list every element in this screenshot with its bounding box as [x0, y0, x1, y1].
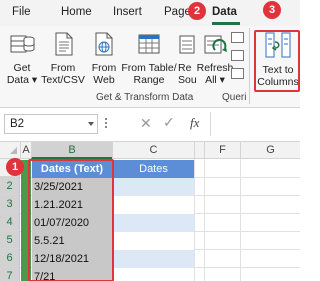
ribbon-group-divider — [249, 28, 250, 104]
cell-c4[interactable] — [113, 214, 194, 232]
from-text-label-1: From — [50, 62, 76, 74]
properties-icon[interactable] — [231, 50, 244, 61]
group-label-queries: Queri — [222, 92, 247, 103]
from-web-button[interactable]: From Web — [89, 30, 119, 86]
tab-data[interactable]: Data — [212, 6, 237, 18]
cell-c7[interactable] — [113, 268, 194, 281]
step-1-callout: 1 — [6, 158, 24, 176]
name-box[interactable]: B2 — [4, 114, 98, 134]
text-file-icon — [55, 32, 73, 56]
cell-c5[interactable] — [113, 232, 194, 250]
refresh-label-2: All ▾ — [205, 74, 225, 86]
edit-links-icon[interactable] — [231, 68, 244, 79]
column-gridline — [194, 159, 195, 281]
insert-function-icon[interactable]: fx — [190, 115, 199, 131]
refresh-all-button[interactable]: Refresh All ▾ — [196, 30, 234, 86]
from-text-csv-button[interactable]: From Text/CSV — [41, 30, 85, 86]
from-web-label-2: Web — [93, 74, 115, 86]
recent-sources-button[interactable]: Re Sou — [178, 30, 196, 86]
selected-range-highlight — [28, 159, 114, 281]
queries-connections-icon[interactable] — [231, 32, 244, 43]
refresh-icon — [204, 35, 227, 54]
tab-insert[interactable]: Insert — [113, 6, 142, 18]
tab-page-layout[interactable]: Page — [164, 6, 191, 18]
recent-label-2: Sou — [178, 74, 196, 86]
chevron-down-icon[interactable] — [88, 122, 94, 126]
name-box-value: B2 — [10, 118, 25, 130]
table-icon — [138, 34, 160, 54]
column-header-row: A B C D F G — [0, 142, 300, 159]
ribbon-tab-bar: File Home Insert Page Data — [0, 0, 300, 26]
queries-small-commands — [231, 32, 247, 86]
tab-file[interactable]: File — [12, 6, 31, 18]
row-header-2[interactable]: 2 — [0, 177, 20, 195]
column-header-b[interactable]: B — [31, 142, 112, 159]
column-header-c[interactable]: C — [112, 142, 194, 159]
get-data-label-2: Data ▾ — [6, 74, 38, 86]
more-options-icon[interactable] — [105, 118, 109, 130]
from-table-label-2: Range — [133, 74, 165, 86]
web-page-icon — [95, 32, 113, 56]
worksheet-grid[interactable]: A B C D F G 1 2 3 4 5 6 7 Dates (Text) 3… — [0, 142, 300, 281]
row-header-4[interactable]: 4 — [0, 213, 20, 231]
step-3-callout: 3 — [263, 1, 281, 19]
cell-c3[interactable] — [113, 196, 194, 214]
text-to-columns-highlight — [254, 30, 300, 92]
from-web-label-1: From — [91, 62, 117, 74]
cell-c1[interactable]: Dates — [113, 160, 194, 178]
from-table-range-button[interactable]: From Table/ Range — [120, 30, 178, 86]
select-all-icon[interactable] — [10, 147, 17, 154]
from-table-label-1: From Table/ — [121, 62, 177, 74]
row-header-6[interactable]: 6 — [0, 249, 20, 267]
cancel-icon[interactable]: ✕ — [140, 115, 152, 132]
row-header-7[interactable]: 7 — [0, 267, 20, 281]
tab-home[interactable]: Home — [61, 6, 92, 18]
formula-input-divider — [210, 112, 211, 136]
column-header-a[interactable]: A — [20, 142, 31, 159]
cell-c2[interactable] — [113, 178, 194, 196]
column-header-g[interactable]: G — [240, 142, 300, 159]
column-gridline — [240, 159, 241, 281]
enter-icon[interactable]: ✓ — [163, 114, 175, 131]
formula-bar: B2 ✕ ✓ fx — [0, 108, 300, 142]
row-header-3[interactable]: 3 — [0, 195, 20, 213]
get-data-label-1: Get — [13, 62, 31, 74]
row-header-5[interactable]: 5 — [0, 231, 20, 249]
column-gridline — [204, 159, 205, 281]
database-icon — [10, 35, 35, 53]
group-label-get-transform: Get & Transform Data — [96, 92, 194, 103]
step-2-callout: 2 — [188, 2, 206, 20]
refresh-label-1: Refresh — [196, 62, 234, 74]
from-text-label-2: Text/CSV — [41, 74, 85, 86]
column-header-f[interactable]: F — [204, 142, 240, 159]
get-data-button[interactable]: Get Data ▾ — [2, 30, 42, 86]
cell-c6[interactable] — [113, 250, 194, 268]
recent-sources-icon — [179, 35, 195, 54]
active-tab-indicator — [212, 22, 240, 25]
recent-label-1: Re — [178, 62, 192, 74]
column-header-d[interactable]: D — [194, 142, 204, 159]
